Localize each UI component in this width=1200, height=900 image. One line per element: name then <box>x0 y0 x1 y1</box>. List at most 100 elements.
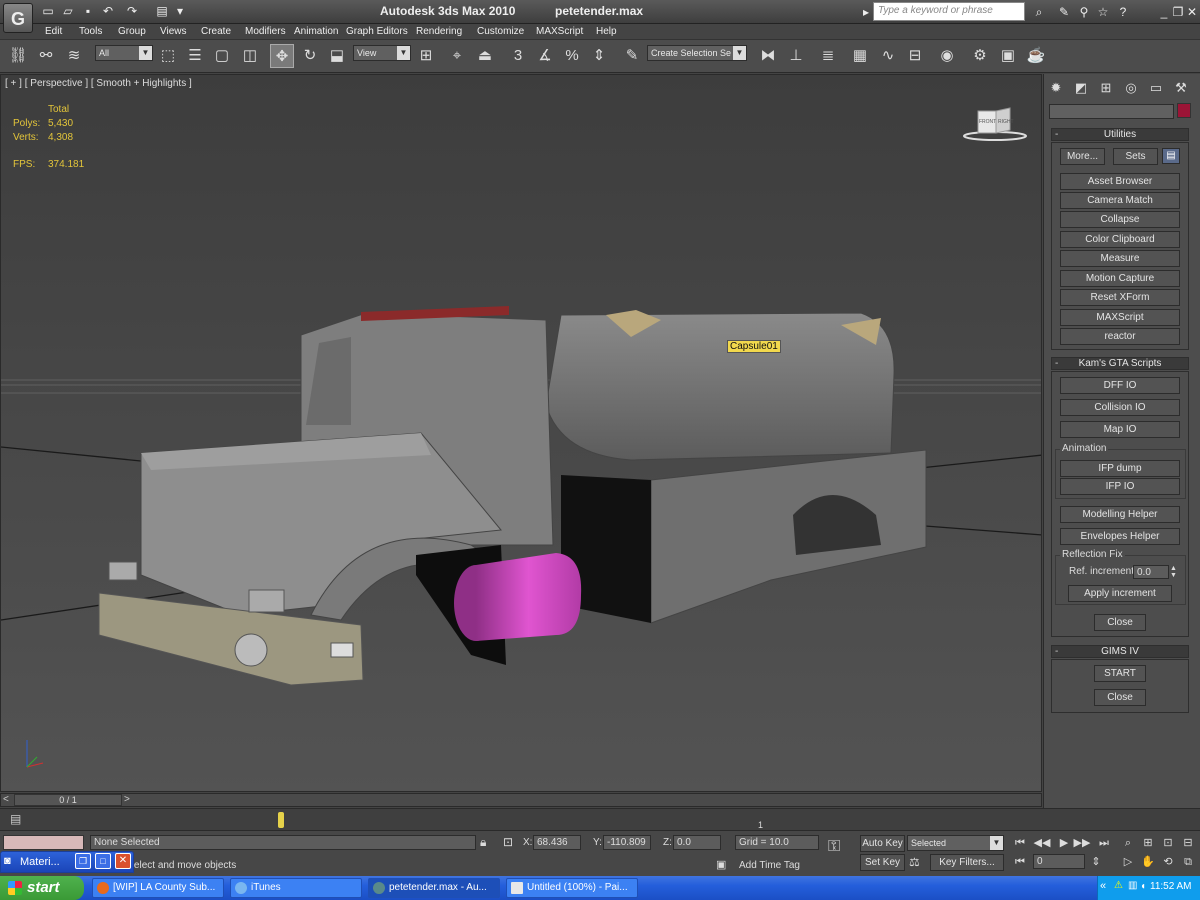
tray-network-icon[interactable]: ▥ <box>1128 880 1137 891</box>
time-tag-icon[interactable]: ▣ <box>716 858 726 871</box>
modify-tab-icon[interactable]: ◩ <box>1072 79 1090 97</box>
utilities-tab-icon[interactable]: ⚒ <box>1172 79 1190 97</box>
binoculars-icon[interactable]: ⌕ <box>1030 3 1048 21</box>
link-icon[interactable]: ⛓ <box>6 44 30 68</box>
field-of-view-icon[interactable]: ▷ <box>1119 854 1137 870</box>
maxscript-listener-field[interactable] <box>3 835 84 850</box>
layer-manager-icon[interactable]: ≣ <box>816 44 840 68</box>
window-crossing-icon[interactable]: ◫ <box>238 44 262 68</box>
gta-scripts-rollout-header[interactable]: - Kam's GTA Scripts <box>1051 357 1189 370</box>
menu-customize[interactable]: Customize <box>477 25 524 39</box>
render-production-icon[interactable]: ☕ <box>1024 44 1048 68</box>
modelling-helper-button[interactable]: Modelling Helper <box>1060 506 1180 523</box>
collision-io-button[interactable]: Collision IO <box>1060 399 1180 416</box>
menu-views[interactable]: Views <box>160 25 187 39</box>
go-to-end-icon[interactable]: ⏭ <box>1095 835 1113 851</box>
restore-icon[interactable]: ❐ <box>75 853 91 869</box>
new-file-icon[interactable]: ▭ <box>40 4 56 19</box>
add-time-tag-button[interactable]: Add Time Tag <box>739 860 800 871</box>
zoom-extents-icon[interactable]: ⊡ <box>1159 835 1177 851</box>
default-in-out-tangents-icon[interactable]: ⚖ <box>909 855 920 869</box>
maximize-viewport-icon[interactable]: ⧉ <box>1179 854 1197 870</box>
start-button[interactable]: start <box>0 876 84 900</box>
menu-tools[interactable]: Tools <box>79 25 102 39</box>
x-coordinate-field[interactable]: 68.436 <box>533 835 581 850</box>
communication-icon[interactable]: ⚲ <box>1075 3 1093 21</box>
auto-key-button[interactable]: Auto Key <box>860 835 905 852</box>
project-folder-icon[interactable]: ▤ <box>154 4 170 19</box>
time-slider[interactable] <box>0 793 1042 807</box>
schematic-view-icon[interactable]: ⊟ <box>903 44 927 68</box>
time-configuration-icon[interactable]: ⇕ <box>1087 854 1105 870</box>
graphite-ribbon-icon[interactable]: ▦ <box>848 44 872 68</box>
pivot-center-icon[interactable]: ⊞ <box>414 44 438 68</box>
collapse-button[interactable]: Collapse <box>1060 211 1180 228</box>
taskbar-item-itunes[interactable]: iTunes <box>230 878 362 898</box>
redo-icon[interactable]: ↷ <box>124 4 140 19</box>
set-key-button[interactable]: Set Key <box>860 854 905 871</box>
y-coordinate-field[interactable]: -110.809 <box>603 835 651 850</box>
maximize-icon[interactable]: □ <box>95 853 111 869</box>
scale-icon[interactable]: ⬓ <box>325 44 349 68</box>
menu-create[interactable]: Create <box>201 25 231 39</box>
absolute-mode-icon[interactable]: ⊡ <box>503 835 513 849</box>
time-next-icon[interactable]: > <box>124 794 130 805</box>
gta-close-button[interactable]: Close <box>1094 614 1146 631</box>
tray-volume-icon[interactable]: ◖ <box>1140 881 1146 892</box>
maxscript-button[interactable]: MAXScript <box>1060 309 1180 326</box>
orbit-icon[interactable]: ⟲ <box>1159 854 1177 870</box>
apply-increment-button[interactable]: Apply increment <box>1068 585 1172 602</box>
menu-rendering[interactable]: Rendering <box>416 25 462 39</box>
help-icon[interactable]: ? <box>1114 3 1132 21</box>
open-file-icon[interactable]: ▱ <box>60 4 76 19</box>
go-to-start-icon[interactable]: ⏮ <box>1011 835 1029 851</box>
move-icon[interactable]: ✥ <box>270 44 294 68</box>
menu-graph-editors[interactable]: Graph Editors <box>346 25 408 39</box>
create-tab-icon[interactable]: ✹ <box>1047 79 1065 97</box>
time-prev-icon[interactable]: < <box>3 794 9 805</box>
asset-browser-button[interactable]: Asset Browser <box>1060 173 1180 190</box>
keyboard-shortcut-override-icon[interactable]: ⏏ <box>473 44 497 68</box>
edit-named-selection-icon[interactable]: ✎ <box>620 44 644 68</box>
unlink-icon[interactable]: ⚯ <box>34 44 58 68</box>
more-button[interactable]: More... <box>1060 148 1105 165</box>
perspective-viewport[interactable] <box>0 74 1042 792</box>
utilities-rollout-header[interactable]: - Utilities <box>1051 128 1189 141</box>
next-frame-icon[interactable]: ▶▶ <box>1073 835 1091 851</box>
taskbar-item-3dsmax[interactable]: petetender.max - Au... <box>368 878 500 898</box>
play-icon[interactable]: ▶ <box>1055 835 1073 851</box>
reactor-button[interactable]: reactor <box>1060 328 1180 345</box>
motion-tab-icon[interactable]: ◎ <box>1122 79 1140 97</box>
snaps-toggle-icon[interactable]: 3 <box>506 44 530 68</box>
gims-close-button[interactable]: Close <box>1094 689 1146 706</box>
reference-coordinate-dropdown[interactable]: View ▼ <box>353 45 411 61</box>
current-frame-field[interactable]: 0 <box>1033 854 1085 869</box>
rendered-frame-window-icon[interactable]: ▣ <box>996 44 1020 68</box>
selection-set-dropdown[interactable]: Selected ▼ <box>907 835 1004 851</box>
tray-expand-icon[interactable]: « <box>1100 880 1106 892</box>
ifp-io-button[interactable]: IFP IO <box>1060 478 1180 495</box>
frame-counter[interactable]: 0 / 1 <box>14 794 122 806</box>
bind-space-warp-icon[interactable]: ≋ <box>62 44 86 68</box>
material-editor-icon[interactable]: ◉ <box>935 44 959 68</box>
menu-modifiers[interactable]: Modifiers <box>245 25 286 39</box>
select-by-name-icon[interactable]: ☰ <box>183 44 207 68</box>
object-color-swatch[interactable] <box>1177 103 1191 118</box>
favorites-star-icon[interactable]: ☆ <box>1094 3 1112 21</box>
display-tab-icon[interactable]: ▭ <box>1147 79 1165 97</box>
app-menu-button[interactable]: G <box>3 3 33 33</box>
pan-view-icon[interactable]: ✋ <box>1139 854 1157 870</box>
menu-animation[interactable]: Animation <box>294 25 338 39</box>
named-selection-dropdown[interactable]: Create Selection Se ▼ <box>647 45 747 61</box>
save-file-icon[interactable]: ▪ <box>80 4 96 19</box>
menu-help[interactable]: Help <box>596 25 617 39</box>
mini-curve-editor-icon[interactable]: ▤ <box>10 812 21 826</box>
selection-filter-dropdown[interactable]: All ▼ <box>95 45 153 61</box>
menu-group[interactable]: Group <box>118 25 146 39</box>
spinner-snap-icon[interactable]: ⇕ <box>587 44 611 68</box>
viewport-label[interactable]: [ + ] [ Perspective ] [ Smooth + Highlig… <box>5 78 192 89</box>
hierarchy-tab-icon[interactable]: ⊞ <box>1097 79 1115 97</box>
taskbar-clock[interactable]: 11:52 AM <box>1150 881 1192 892</box>
reset-xform-button[interactable]: Reset XForm <box>1060 289 1180 306</box>
gims-start-button[interactable]: START <box>1094 665 1146 682</box>
